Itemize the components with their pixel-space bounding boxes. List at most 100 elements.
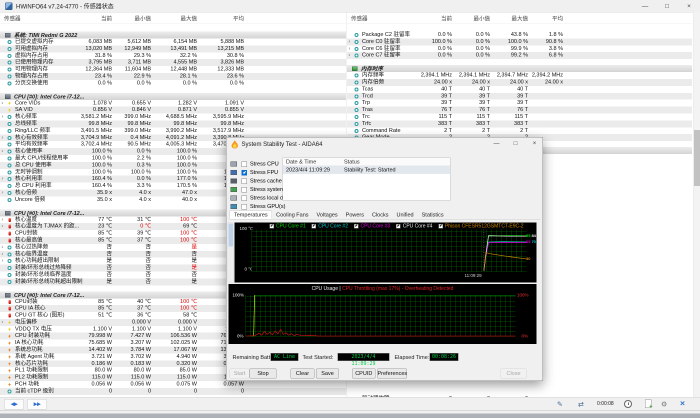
test-log[interactable]: Date & Time Status 2023/4/4 11:09:29 Sta… — [283, 158, 451, 201]
legend-item: CPU Core #1 — [270, 224, 306, 230]
stress-option[interactable]: Stress FPU — [231, 169, 286, 177]
expand-icon[interactable]: › — [2, 244, 4, 251]
sensor-row[interactable]: 已提交虚拟内存6,083 MB5,612 MB6,154 MB5,888 MB — [0, 39, 346, 46]
report-icon[interactable] — [645, 400, 652, 409]
close-icon[interactable]: × — [526, 138, 544, 150]
legend-checkbox[interactable] — [354, 224, 359, 229]
expand-icon[interactable]: › — [349, 45, 351, 52]
close-sensors-icon[interactable]: × — [680, 399, 685, 409]
sensor-row[interactable]: 总线频率99.8 MHz99.8 MHz99.8 MHz99.8 MHz — [0, 120, 346, 127]
stress-option[interactable]: Stress local disks — [231, 195, 286, 203]
close-icon[interactable]: × — [678, 0, 700, 12]
stress-option[interactable]: Stress CPU — [231, 161, 286, 169]
chart-scrollbar[interactable] — [228, 223, 234, 283]
sensor-row[interactable]: Tcas40 T40 T40 T — [347, 86, 692, 93]
checkbox[interactable] — [242, 204, 248, 210]
dot-sensor-icon — [8, 252, 12, 256]
sensor-row[interactable]: SA VID0.856 V0.846 V0.871 V0.855 V — [0, 107, 346, 114]
sensor-row[interactable]: ›Core C0 驻留率100.0 %0.0 %100.0 %90.8 % — [347, 38, 692, 45]
stop-button[interactable]: Stop — [250, 369, 277, 379]
minimize-icon[interactable]: — — [488, 138, 506, 150]
swap-arrows-icon[interactable]: ⇄ — [578, 400, 584, 409]
sensor-row[interactable]: Trcd39 T39 T39 T — [347, 93, 692, 100]
edit-icon[interactable]: ✎ — [557, 400, 563, 409]
expand-icon[interactable]: › — [2, 319, 4, 326]
scrollbar-thumb[interactable] — [694, 130, 700, 186]
expand-icon[interactable]: › — [2, 189, 4, 196]
stress-option[interactable]: Stress cache — [231, 178, 286, 186]
checkbox[interactable] — [242, 196, 248, 202]
expand-icon[interactable]: › — [2, 148, 4, 155]
sensor-row[interactable]: ›Core VIDs1.078 V0.655 V1.282 V1.091 V — [0, 100, 346, 107]
sensor-row[interactable]: Trfc383 T383 T383 T — [347, 120, 692, 127]
tab-voltages[interactable]: Voltages — [313, 211, 342, 220]
close-button[interactable]: Close — [501, 369, 527, 379]
maximize-icon[interactable]: □ — [507, 138, 525, 150]
section-header[interactable]: CPU [#0]: Intel Core i7-12... — [0, 93, 346, 100]
clear-button[interactable]: Clear — [291, 369, 315, 379]
expand-icon[interactable]: › — [2, 134, 4, 141]
sensor-row[interactable]: PCH 功耗0.056 W0.056 W0.075 W0.057 W — [0, 381, 346, 388]
sensor-row[interactable]: 可用物理内存12,364 MB11,604 MB12,448 MB12,333 … — [0, 66, 346, 73]
sensor-value: 0.0 % — [401, 52, 452, 59]
chart-scrollbar-thumb[interactable] — [229, 224, 234, 247]
sensor-row[interactable]: 分页交换使用0.0 %0.0 %0.0 %0.0 % — [0, 80, 346, 87]
sensor-value: 39 T — [454, 100, 490, 107]
tab-statistics[interactable]: Statistics — [418, 211, 448, 220]
section-header[interactable]: 内存时序 — [347, 65, 692, 72]
section-header[interactable]: 系统: TIMI Redmi G 2022 — [0, 32, 346, 39]
preferences-button[interactable]: Preferences — [377, 369, 407, 379]
save-button[interactable]: Save — [316, 369, 339, 379]
checkbox[interactable] — [242, 187, 248, 193]
sensor-row[interactable]: Trp39 T39 T39 T — [347, 100, 692, 107]
tab-unified[interactable]: Unified — [393, 211, 418, 220]
sensor-value: 100.0 % — [59, 148, 112, 155]
sensor-row[interactable]: 内存倍频24.00 x24.00 x24.00 x24.00 x — [347, 79, 692, 86]
tab-temperatures[interactable]: Temperatures — [230, 211, 273, 220]
legend-checkbox[interactable] — [438, 224, 443, 229]
stress-option[interactable]: Stress system memory — [231, 186, 286, 194]
expand-icon[interactable]: › — [2, 251, 4, 258]
legend-checkbox[interactable] — [270, 224, 275, 229]
legend-checkbox[interactable] — [312, 224, 317, 229]
expand-columns-button[interactable]: ▶▶ — [27, 399, 47, 410]
checkbox[interactable] — [242, 170, 248, 176]
stress-option[interactable]: Stress GPU(s) — [231, 203, 286, 211]
expand-icon[interactable]: › — [349, 52, 351, 59]
expand-icon[interactable]: › — [2, 100, 4, 107]
cpuid-button[interactable]: CPUID — [352, 369, 376, 379]
checkbox[interactable] — [242, 179, 248, 185]
hwinfo-scrollbar[interactable] — [693, 12, 700, 397]
sensor-value: 99.9 % — [492, 45, 528, 52]
minimize-icon[interactable]: — — [634, 0, 656, 12]
sensor-row[interactable]: 当前 cTDP 级别0000 — [0, 388, 346, 395]
maximize-icon[interactable]: □ — [656, 0, 678, 12]
sensor-row[interactable]: Package C2 驻留率0.0 %0.0 %43.8 %1.8 % — [347, 32, 692, 39]
expand-icon[interactable]: › — [2, 258, 4, 265]
sensor-row[interactable]: Ring/LLC 频率3,491.5 MHz399.0 MHz3,990.2 M… — [0, 127, 346, 134]
expand-icon[interactable]: › — [2, 176, 4, 183]
tab-cooling-fans[interactable]: Cooling Fans — [272, 211, 312, 220]
sensor-row[interactable]: ›Core C7 驻留率0.0 %0.0 %99.2 %6.8 % — [347, 52, 692, 59]
gear-icon[interactable]: ⚙ — [661, 400, 667, 409]
expand-icon[interactable]: › — [349, 38, 351, 45]
sensor-row[interactable]: 可用虚拟内存13,020 MB12,949 MB13,491 MB13,215 … — [0, 45, 346, 52]
tab-powers[interactable]: Powers — [342, 211, 368, 220]
log-row[interactable]: 2023/4/4 11:09:29 Stability Test: Starte… — [283, 166, 450, 174]
sensor-row[interactable]: Command Rate2 T2 T2 T — [347, 127, 692, 134]
collapse-columns-button[interactable]: ◀▶ — [4, 399, 24, 410]
sensor-row[interactable]: 物理内存占用23.4 %22.9 %28.1 %23.6 % — [0, 73, 346, 80]
sensor-row[interactable]: Trc115 T115 T115 T — [347, 113, 692, 120]
checkbox[interactable] — [242, 162, 248, 168]
legend-checkbox[interactable] — [396, 224, 401, 229]
expand-icon[interactable]: › — [2, 223, 4, 230]
sensor-row[interactable]: 已使用物理内存3,795 MB3,711 MB4,555 MB3,826 MB — [0, 59, 346, 66]
sensor-row[interactable]: ›核心频率3,581.2 MHz399.0 MHz4,688.5 MHz3,59… — [0, 114, 346, 121]
sensor-row[interactable]: Tras76 T76 T76 T — [347, 107, 692, 114]
start-button[interactable]: Start — [230, 369, 250, 379]
tab-clocks[interactable]: Clocks — [368, 211, 393, 220]
clock-icon[interactable] — [624, 400, 632, 408]
expand-icon[interactable]: › — [2, 114, 4, 121]
expand-icon[interactable]: › — [2, 216, 4, 223]
sensor-row[interactable]: 内存频率2,394.1 MHz2,394.1 MHz2,394.7 MHz2,3… — [347, 72, 692, 79]
